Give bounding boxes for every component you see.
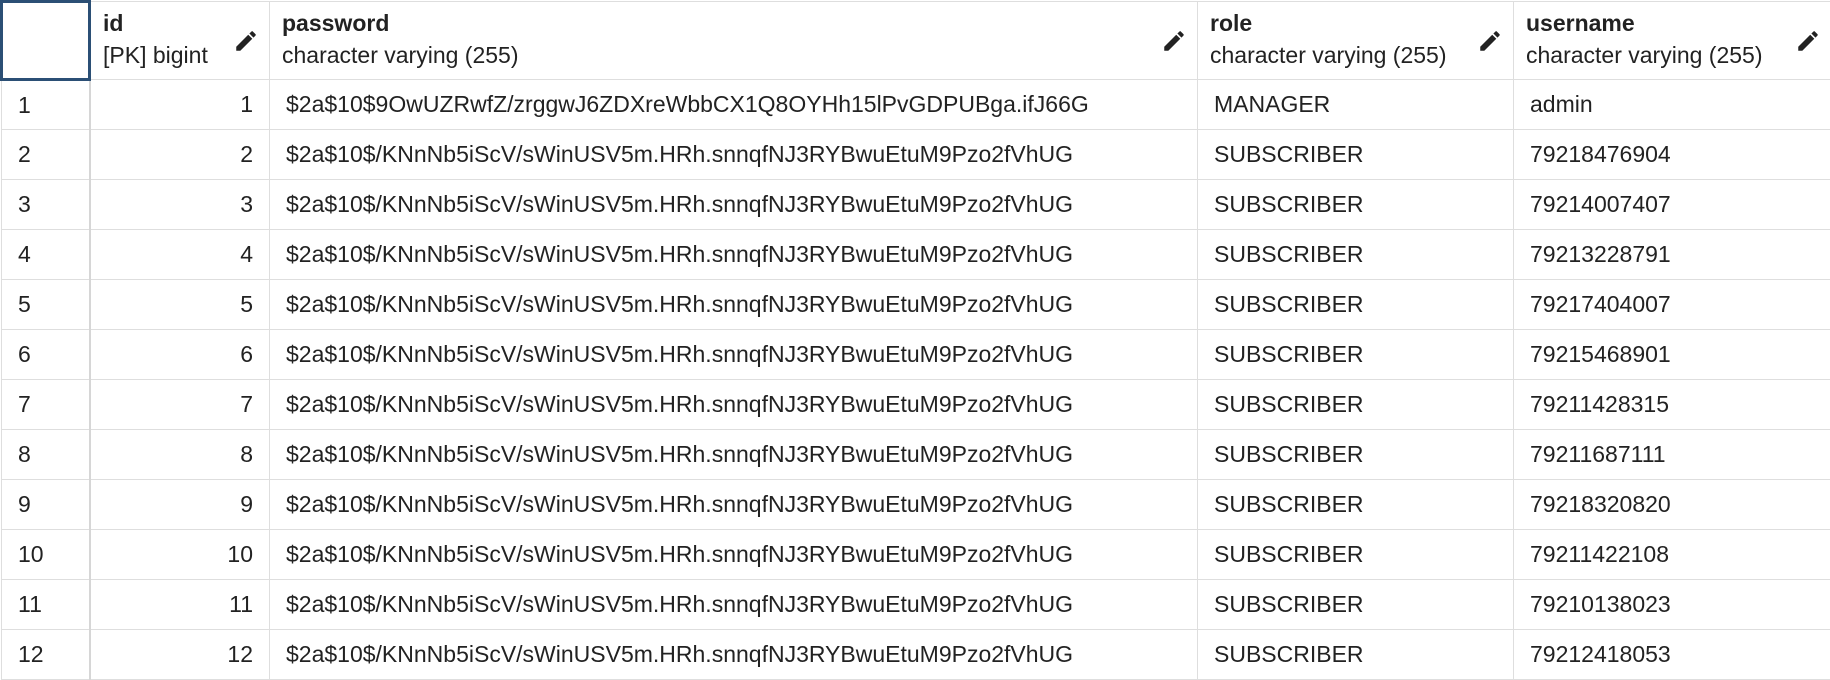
cell-username[interactable]: 79211687111 — [1513, 429, 1830, 480]
cell-id[interactable]: 8 — [89, 429, 270, 480]
row-number[interactable]: 7 — [1, 379, 91, 430]
cell-role[interactable]: SUBSCRIBER — [1197, 379, 1514, 430]
column-name: id — [103, 10, 124, 36]
header-row: id [PK] bigint password character varyin… — [0, 0, 1830, 81]
row-number[interactable]: 12 — [1, 629, 91, 680]
table-row[interactable]: 4 4 $2a$10$/KNnNb5iScV/sWinUSV5m.HRh.snn… — [1, 229, 1830, 280]
cell-username[interactable]: 79210138023 — [1513, 579, 1830, 630]
cell-role[interactable]: SUBSCRIBER — [1197, 179, 1514, 230]
cell-id[interactable]: 4 — [89, 229, 270, 280]
column-type: character varying (255) — [1526, 42, 1763, 68]
column-header-id[interactable]: id [PK] bigint — [89, 1, 270, 80]
table-row[interactable]: 5 5 $2a$10$/KNnNb5iScV/sWinUSV5m.HRh.snn… — [1, 279, 1830, 330]
cell-username[interactable]: admin — [1513, 79, 1830, 130]
cell-username[interactable]: 79214007407 — [1513, 179, 1830, 230]
cell-password[interactable]: $2a$10$/KNnNb5iScV/sWinUSV5m.HRh.snnqfNJ… — [269, 479, 1198, 530]
column-header-role[interactable]: role character varying (255) — [1197, 1, 1514, 80]
cell-role[interactable]: SUBSCRIBER — [1197, 529, 1514, 580]
pencil-icon[interactable] — [1477, 28, 1503, 54]
row-number[interactable]: 2 — [1, 129, 91, 180]
cell-username[interactable]: 79211428315 — [1513, 379, 1830, 430]
cell-id[interactable]: 2 — [89, 129, 270, 180]
cell-password[interactable]: $2a$10$/KNnNb5iScV/sWinUSV5m.HRh.snnqfNJ… — [269, 429, 1198, 480]
row-number[interactable]: 9 — [1, 479, 91, 530]
cell-username[interactable]: 79218320820 — [1513, 479, 1830, 530]
table-row[interactable]: 3 3 $2a$10$/KNnNb5iScV/sWinUSV5m.HRh.snn… — [1, 179, 1830, 230]
cell-id[interactable]: 9 — [89, 479, 270, 530]
row-number[interactable]: 1 — [1, 79, 91, 130]
table-row[interactable]: 9 9 $2a$10$/KNnNb5iScV/sWinUSV5m.HRh.snn… — [1, 479, 1830, 530]
column-type: character varying (255) — [282, 42, 519, 68]
cell-password[interactable]: $2a$10$/KNnNb5iScV/sWinUSV5m.HRh.snnqfNJ… — [269, 579, 1198, 630]
row-number[interactable]: 11 — [1, 579, 91, 630]
cell-role[interactable]: SUBSCRIBER — [1197, 229, 1514, 280]
pencil-icon[interactable] — [1795, 28, 1821, 54]
pencil-icon[interactable] — [1161, 28, 1187, 54]
cell-username[interactable]: 79211422108 — [1513, 529, 1830, 580]
data-grid: id [PK] bigint password character varyin… — [0, 0, 1830, 680]
column-name: password — [282, 10, 390, 36]
cell-role[interactable]: SUBSCRIBER — [1197, 429, 1514, 480]
table-row[interactable]: 11 11 $2a$10$/KNnNb5iScV/sWinUSV5m.HRh.s… — [1, 579, 1830, 630]
table-row[interactable]: 8 8 $2a$10$/KNnNb5iScV/sWinUSV5m.HRh.snn… — [1, 429, 1830, 480]
cell-username[interactable]: 79218476904 — [1513, 129, 1830, 180]
row-number[interactable]: 10 — [1, 529, 91, 580]
cell-role[interactable]: SUBSCRIBER — [1197, 579, 1514, 630]
table-row[interactable]: 2 2 $2a$10$/KNnNb5iScV/sWinUSV5m.HRh.snn… — [1, 129, 1830, 180]
cell-role[interactable]: MANAGER — [1197, 79, 1514, 130]
table-row[interactable]: 7 7 $2a$10$/KNnNb5iScV/sWinUSV5m.HRh.snn… — [1, 379, 1830, 430]
row-number[interactable]: 4 — [1, 229, 91, 280]
cell-username[interactable]: 79212418053 — [1513, 629, 1830, 680]
column-name: username — [1526, 10, 1635, 36]
cell-password[interactable]: $2a$10$/KNnNb5iScV/sWinUSV5m.HRh.snnqfNJ… — [269, 379, 1198, 430]
cell-password[interactable]: $2a$10$/KNnNb5iScV/sWinUSV5m.HRh.snnqfNJ… — [269, 279, 1198, 330]
cell-id[interactable]: 12 — [89, 629, 270, 680]
cell-role[interactable]: SUBSCRIBER — [1197, 279, 1514, 330]
row-number[interactable]: 5 — [1, 279, 91, 330]
cell-password[interactable]: $2a$10$/KNnNb5iScV/sWinUSV5m.HRh.snnqfNJ… — [269, 179, 1198, 230]
cell-password[interactable]: $2a$10$9OwUZRwfZ/zrggwJ6ZDXreWbbCX1Q8OYH… — [269, 79, 1198, 130]
row-number[interactable]: 8 — [1, 429, 91, 480]
column-type: character varying (255) — [1210, 42, 1447, 68]
table-row[interactable]: 6 6 $2a$10$/KNnNb5iScV/sWinUSV5m.HRh.snn… — [1, 329, 1830, 380]
cell-id[interactable]: 5 — [89, 279, 270, 330]
cell-id[interactable]: 7 — [89, 379, 270, 430]
table-row[interactable]: 1 1 $2a$10$9OwUZRwfZ/zrggwJ6ZDXreWbbCX1Q… — [1, 79, 1830, 130]
cell-password[interactable]: $2a$10$/KNnNb5iScV/sWinUSV5m.HRh.snnqfNJ… — [269, 129, 1198, 180]
cell-role[interactable]: SUBSCRIBER — [1197, 129, 1514, 180]
cell-username[interactable]: 79217404007 — [1513, 279, 1830, 330]
cell-role[interactable]: SUBSCRIBER — [1197, 629, 1514, 680]
cell-password[interactable]: $2a$10$/KNnNb5iScV/sWinUSV5m.HRh.snnqfNJ… — [269, 629, 1198, 680]
pencil-icon[interactable] — [233, 28, 259, 54]
row-number[interactable]: 6 — [1, 329, 91, 380]
cell-password[interactable]: $2a$10$/KNnNb5iScV/sWinUSV5m.HRh.snnqfNJ… — [269, 329, 1198, 380]
cell-password[interactable]: $2a$10$/KNnNb5iScV/sWinUSV5m.HRh.snnqfNJ… — [269, 529, 1198, 580]
select-all-corner-cell[interactable] — [0, 0, 91, 81]
table-row[interactable]: 12 12 $2a$10$/KNnNb5iScV/sWinUSV5m.HRh.s… — [1, 629, 1830, 680]
cell-role[interactable]: SUBSCRIBER — [1197, 479, 1514, 530]
cell-id[interactable]: 10 — [89, 529, 270, 580]
cell-id[interactable]: 11 — [89, 579, 270, 630]
cell-password[interactable]: $2a$10$/KNnNb5iScV/sWinUSV5m.HRh.snnqfNJ… — [269, 229, 1198, 280]
cell-id[interactable]: 3 — [89, 179, 270, 230]
column-header-password[interactable]: password character varying (255) — [269, 1, 1198, 80]
cell-id[interactable]: 6 — [89, 329, 270, 380]
row-number[interactable]: 3 — [1, 179, 91, 230]
column-type: [PK] bigint — [103, 42, 208, 68]
table-row[interactable]: 10 10 $2a$10$/KNnNb5iScV/sWinUSV5m.HRh.s… — [1, 529, 1830, 580]
cell-username[interactable]: 79213228791 — [1513, 229, 1830, 280]
column-header-username[interactable]: username character varying (255) — [1513, 1, 1830, 80]
cell-id[interactable]: 1 — [89, 79, 270, 130]
cell-username[interactable]: 79215468901 — [1513, 329, 1830, 380]
cell-role[interactable]: SUBSCRIBER — [1197, 329, 1514, 380]
column-name: role — [1210, 10, 1253, 36]
